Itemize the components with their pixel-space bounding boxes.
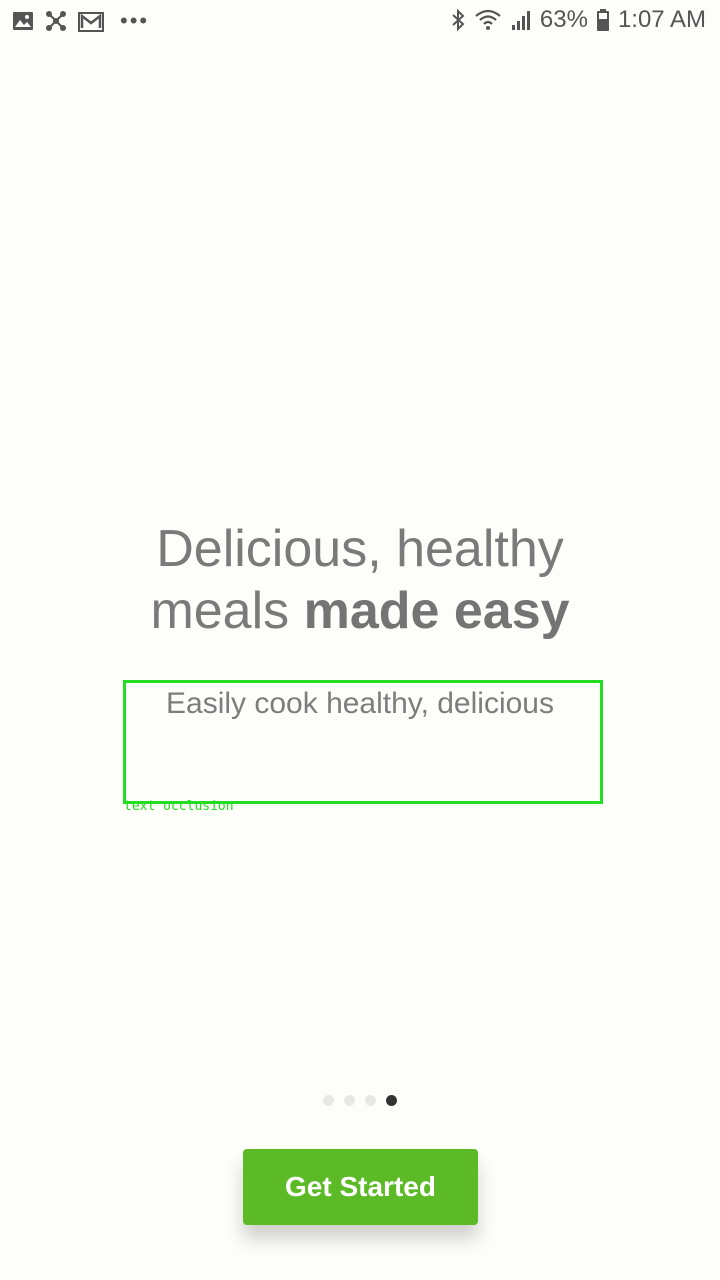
headline-regular: meals <box>150 582 304 640</box>
signal-icon <box>510 9 532 31</box>
bluetooth-icon <box>450 8 466 32</box>
onboarding-headline: Delicious, healthy meals made easy <box>0 518 720 642</box>
battery-icon <box>596 8 610 32</box>
battery-percent: 63% <box>539 6 588 33</box>
page-dot-active[interactable] <box>386 1095 397 1106</box>
headline-line-1: Delicious, healthy <box>156 520 564 578</box>
headline-bold: made easy <box>303 582 570 640</box>
get-started-button[interactable]: Get Started <box>243 1149 478 1225</box>
gmail-icon <box>78 10 104 32</box>
page-dot[interactable] <box>323 1095 334 1106</box>
image-icon <box>12 11 34 31</box>
text-occlusion-label: text occlusion <box>124 799 234 814</box>
status-bar-right: 63% 1:07 AM <box>450 6 706 34</box>
clock: 1:07 AM <box>617 6 706 33</box>
wifi-icon <box>474 8 502 32</box>
status-bar-left: ••• <box>12 8 149 34</box>
headline-line-2: meals made easy <box>0 580 720 642</box>
network-hub-icon <box>44 10 68 32</box>
page-indicator <box>0 1095 720 1106</box>
status-bar: ••• 63% 1:07 AM <box>0 0 720 42</box>
text-occlusion-box <box>123 680 603 804</box>
page-dot[interactable] <box>365 1095 376 1106</box>
page-dot[interactable] <box>344 1095 355 1106</box>
onboarding-screen: ••• 63% 1:07 AM Delicious, healthy meals… <box>0 0 720 1280</box>
more-notifications-icon: ••• <box>120 8 150 33</box>
